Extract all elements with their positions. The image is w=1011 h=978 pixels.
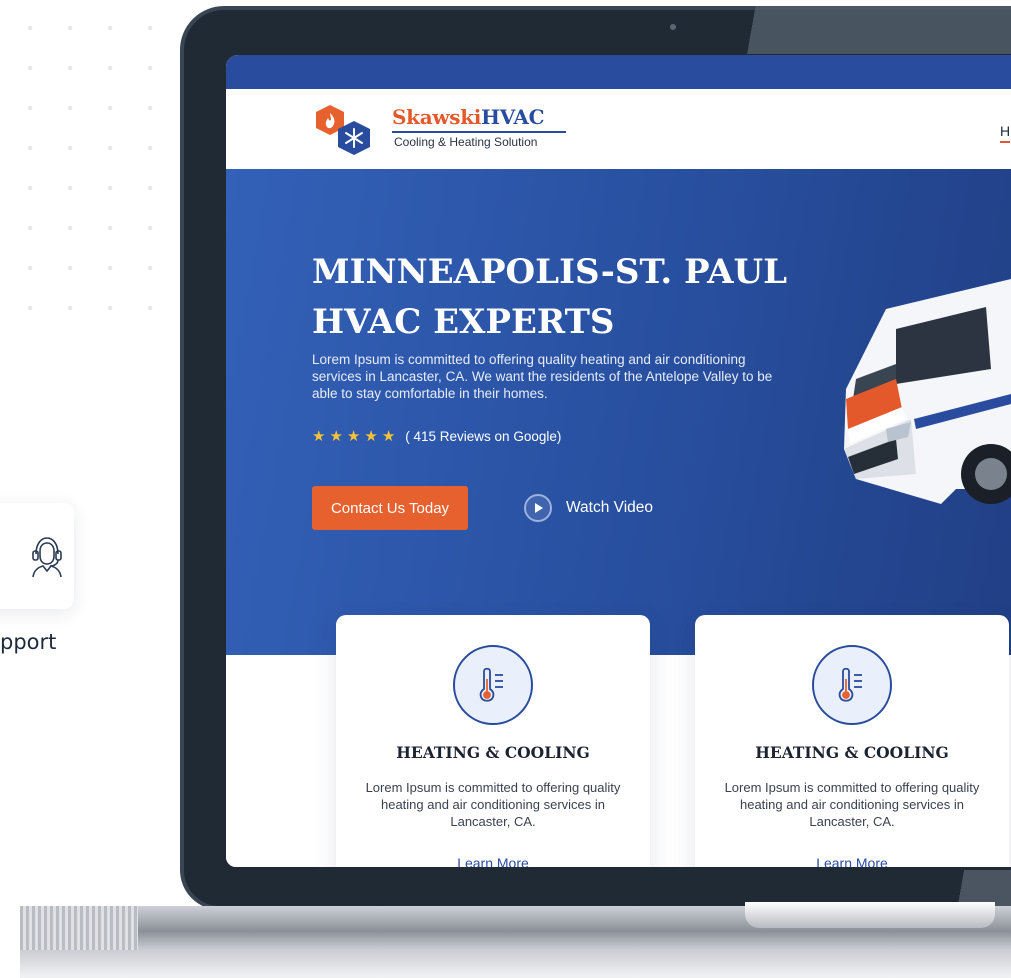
- headset-support-icon: [32, 537, 62, 578]
- thermometer-icon: [453, 645, 533, 725]
- rating: ★ ★ ★ ★ ★ ( 415 Reviews on Google): [312, 429, 561, 444]
- star-icon: ★: [364, 428, 378, 445]
- laptop-ridge: [20, 906, 138, 950]
- van-image: [844, 279, 1011, 504]
- logo-tagline: Cooling & Heating Solution: [394, 135, 538, 149]
- learn-more-link[interactable]: Learn More: [336, 855, 650, 867]
- support-card[interactable]: [0, 503, 74, 609]
- website-screen: SkawskiHVAC Cooling & Heating Solution H…: [226, 55, 1011, 867]
- logo-name-part2: HVAC: [481, 105, 545, 129]
- nav-link-home[interactable]: H: [1000, 123, 1011, 143]
- contact-us-button[interactable]: Contact Us Today: [312, 486, 468, 530]
- support-label: pport: [0, 630, 57, 654]
- laptop-camera: [670, 24, 676, 30]
- site-logo[interactable]: SkawskiHVAC Cooling & Heating Solution: [312, 101, 572, 157]
- watch-video-button[interactable]: Watch Video: [524, 494, 653, 522]
- logo-name-part1: Skawski: [392, 105, 482, 129]
- learn-more-link[interactable]: Learn More: [695, 855, 1009, 867]
- service-card: HEATING & COOLING Lorem Ipsum is committ…: [695, 615, 1009, 867]
- watch-video-label: Watch Video: [566, 499, 654, 516]
- navbar: SkawskiHVAC Cooling & Heating Solution H: [226, 89, 1011, 169]
- service-description: Lorem Ipsum is committed to offering qua…: [724, 780, 980, 829]
- dot-pattern: [0, 0, 170, 340]
- service-description: Lorem Ipsum is committed to offering qua…: [365, 780, 621, 829]
- logo-name: SkawskiHVAC: [392, 105, 545, 129]
- service-title: HEATING & COOLING: [396, 743, 590, 762]
- hero-description: Lorem Ipsum is committed to offering qua…: [312, 352, 773, 401]
- star-icon: ★: [329, 428, 343, 445]
- logo-underline: [392, 131, 566, 133]
- top-bar: [226, 55, 1011, 89]
- hero-title: MINNEAPOLIS-ST. PAUL HVAC EXPERTS: [312, 252, 788, 342]
- flame-snowflake-logo-icon: [316, 105, 370, 155]
- bezel-glare: [726, 6, 1011, 54]
- star-icon: ★: [346, 428, 361, 445]
- thermometer-icon: [812, 645, 892, 725]
- star-icon: ★: [312, 428, 326, 445]
- service-card: HEATING & COOLING Lorem Ipsum is committ…: [336, 615, 650, 867]
- service-title: HEATING & COOLING: [755, 743, 949, 762]
- hero-section: MINNEAPOLIS-ST. PAUL HVAC EXPERTS Lorem …: [226, 169, 1011, 655]
- play-icon: [524, 494, 552, 522]
- laptop-base: [20, 902, 1011, 978]
- star-icon: ★: [381, 428, 396, 445]
- laptop-notch: [745, 902, 995, 928]
- rating-text: ( 415 Reviews on Google): [405, 429, 562, 444]
